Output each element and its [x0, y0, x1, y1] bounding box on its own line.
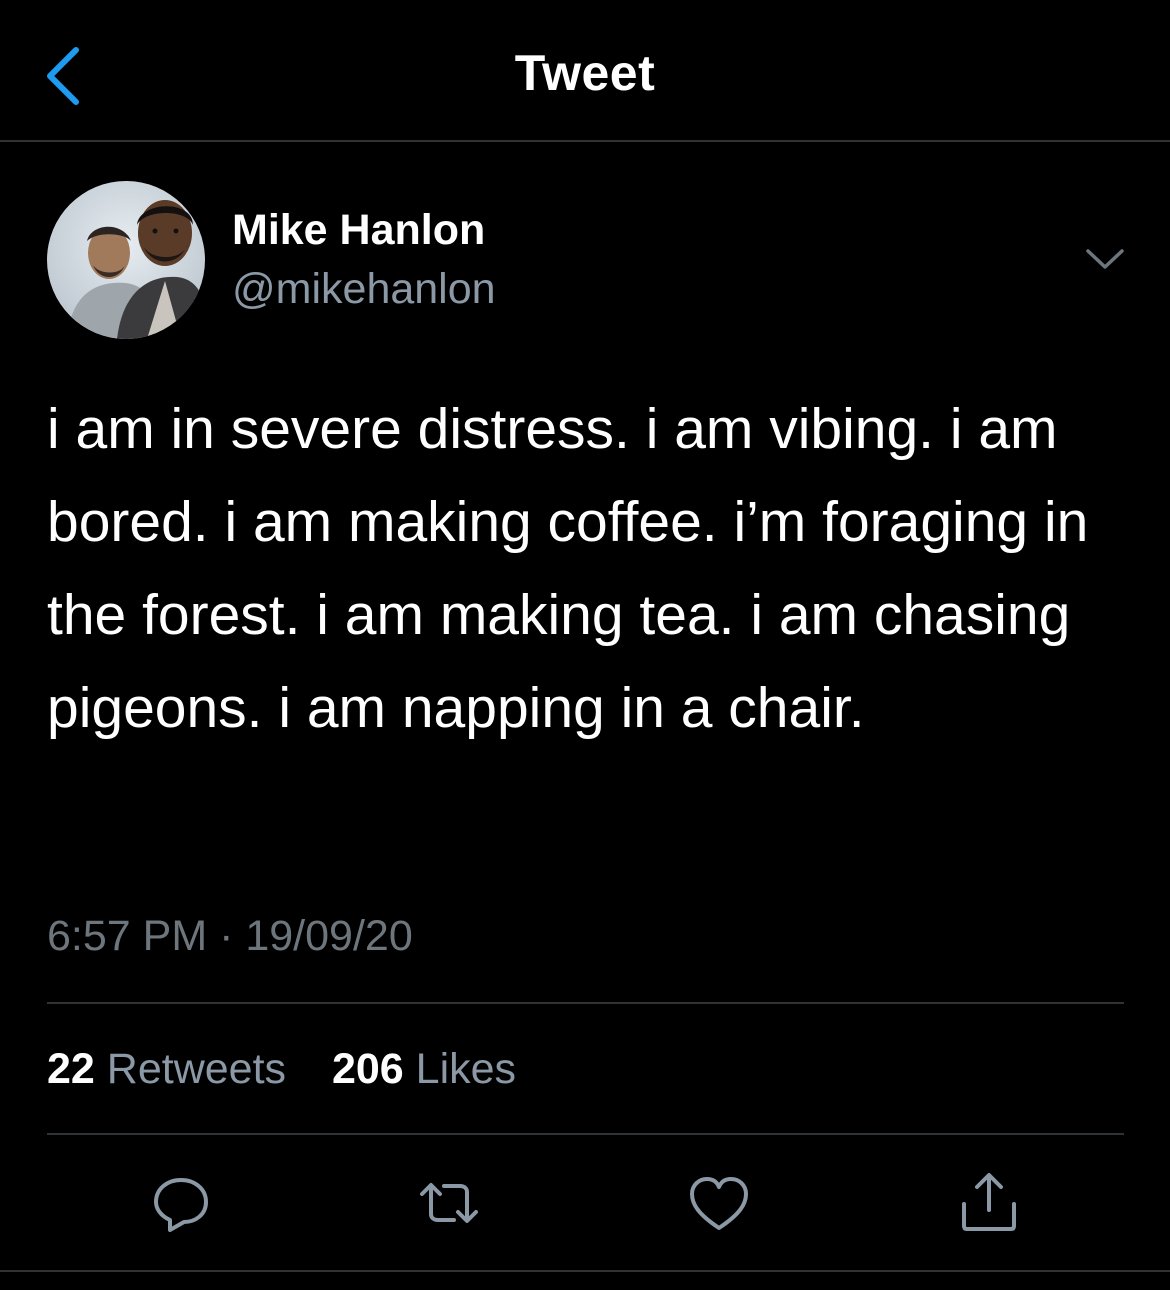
retweet-button[interactable] — [416, 1170, 482, 1236]
top-bar: Tweet — [0, 0, 1170, 142]
like-button[interactable] — [686, 1170, 752, 1236]
reply-button[interactable] — [148, 1170, 214, 1236]
more-options-button[interactable] — [1082, 242, 1128, 276]
retweet-icon — [420, 1183, 478, 1223]
reply-icon — [154, 1178, 208, 1232]
retweets-label: Retweets — [106, 1045, 287, 1093]
chevron-down-icon — [1086, 249, 1124, 269]
share-button[interactable] — [956, 1170, 1022, 1236]
like-icon — [690, 1177, 748, 1230]
tweet-stats: 22 Retweets 206 Likes — [47, 1045, 516, 1094]
divider — [0, 1270, 1170, 1272]
avatar[interactable] — [47, 181, 205, 339]
author-handle[interactable]: @mikehanlon — [232, 265, 496, 314]
author-name[interactable]: Mike Hanlon — [232, 206, 485, 255]
tweet-timestamp[interactable]: 6:57 PM · 19/09/20 — [47, 912, 413, 961]
retweets-count: 22 — [47, 1045, 95, 1093]
share-icon — [962, 1173, 1016, 1231]
likes-stat[interactable]: 206 Likes — [332, 1045, 516, 1093]
page-title: Tweet — [514, 45, 656, 101]
tweet-text: i am in severe distress. i am vibing. i … — [47, 397, 1089, 740]
likes-label: Likes — [415, 1045, 517, 1093]
divider — [47, 1002, 1124, 1004]
likes-count: 206 — [331, 1045, 404, 1093]
retweets-stat[interactable]: 22 Retweets — [47, 1045, 298, 1093]
divider — [47, 1133, 1124, 1135]
